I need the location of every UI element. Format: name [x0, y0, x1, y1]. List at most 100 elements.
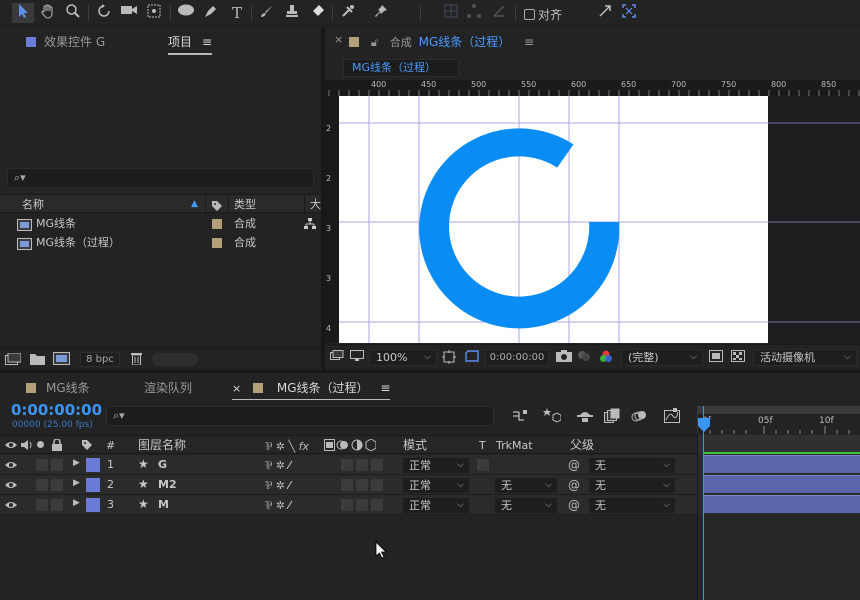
- trash-icon[interactable]: [131, 352, 142, 368]
- tab-mg-lines[interactable]: MG线条: [26, 379, 90, 396]
- switch-box[interactable]: [370, 478, 384, 492]
- comp-breadcrumb[interactable]: MG线条（过程）: [343, 59, 459, 77]
- eye-icon[interactable]: [5, 480, 17, 493]
- puppet-pin-tool-icon[interactable]: [370, 3, 392, 23]
- new-folder-icon[interactable]: [30, 353, 45, 368]
- layer-name[interactable]: G: [158, 458, 167, 471]
- new-composition-icon[interactable]: [53, 352, 70, 368]
- column-size[interactable]: 大: [310, 195, 321, 214]
- lock-switch[interactable]: [50, 458, 64, 472]
- column-type[interactable]: 类型: [234, 195, 256, 214]
- audio-icon[interactable]: [21, 439, 33, 454]
- always-preview-icon[interactable]: [330, 350, 344, 365]
- solo-icon[interactable]: [37, 441, 44, 448]
- layer-switches[interactable]: ⅌ ✲ ⁄: [265, 478, 290, 493]
- thumbnail-slider[interactable]: [152, 353, 198, 366]
- draft-3d-icon[interactable]: [543, 408, 562, 427]
- sort-ascending-icon[interactable]: ▲: [191, 195, 198, 214]
- layer-label-swatch[interactable]: [86, 458, 100, 472]
- viewer-timecode[interactable]: 0:00:00:00: [485, 349, 549, 366]
- layer-bar[interactable]: [704, 455, 860, 473]
- show-snapshot-icon[interactable]: [577, 350, 591, 365]
- expand-arrow-icon[interactable]: ▶: [73, 458, 80, 468]
- mode-dropdown[interactable]: 正常 ⌵: [402, 457, 470, 474]
- label-tag-icon[interactable]: [81, 439, 93, 454]
- tab-mg-lines-process[interactable]: × MG线条（过程） ≡: [232, 379, 391, 401]
- roto-brush-tool-icon[interactable]: [338, 3, 360, 23]
- camera-tool-icon[interactable]: [118, 3, 140, 23]
- tab-project[interactable]: 项目 ≡: [168, 33, 213, 55]
- parent-dropdown[interactable]: 无 ⌵: [588, 457, 676, 474]
- list-item[interactable]: MG线条（过程） 合成: [0, 233, 321, 252]
- fit-frame-icon[interactable]: [442, 350, 456, 367]
- trkmat-dropdown[interactable]: 无 ⌵: [494, 497, 558, 514]
- switch-box[interactable]: [355, 498, 369, 512]
- close-icon[interactable]: ×: [334, 33, 343, 46]
- snapshot-camera-icon[interactable]: [556, 350, 572, 365]
- lock-switch[interactable]: [50, 498, 64, 512]
- pick-whip-icon[interactable]: @: [568, 458, 580, 472]
- mode-dropdown[interactable]: 正常 ⌵: [402, 497, 470, 514]
- resolution-dropdown[interactable]: (完整) ⌵: [621, 349, 703, 366]
- layer-row[interactable]: ▶ 2 ★ M2 ⅌ ✲ ⁄ 正常 ⌵ 无 ⌵ @ 无 ⌵: [0, 475, 697, 495]
- column-trkmat[interactable]: TrkMat: [496, 436, 533, 455]
- lock-switch[interactable]: [50, 478, 64, 492]
- column-layer-name[interactable]: 图层名称: [138, 436, 186, 455]
- text-tool-icon[interactable]: T: [226, 3, 248, 23]
- close-icon[interactable]: ×: [232, 382, 241, 395]
- time-ruler[interactable]: 0f 05f 10f: [697, 406, 860, 434]
- graph-editor-icon[interactable]: [664, 408, 680, 427]
- shy-layers-icon[interactable]: [577, 409, 593, 426]
- lock-icon[interactable]: [52, 438, 62, 454]
- transparency-grid-icon[interactable]: [731, 350, 745, 365]
- pen-tool-icon[interactable]: [200, 3, 222, 23]
- menu-icon[interactable]: ≡: [202, 35, 212, 49]
- zoom-tool-icon[interactable]: [62, 3, 84, 23]
- switch-box[interactable]: [355, 458, 369, 472]
- lock-icon[interactable]: 🔓︎: [371, 36, 378, 49]
- track-area[interactable]: [697, 435, 860, 600]
- column-mode[interactable]: 模式: [403, 436, 427, 455]
- layer-bar[interactable]: [704, 475, 860, 493]
- pick-whip-icon[interactable]: @: [568, 478, 580, 492]
- eye-icon[interactable]: [5, 460, 17, 473]
- timeline-search-input[interactable]: ⌕▾: [106, 406, 494, 426]
- comp-mini-flowchart-icon[interactable]: [512, 409, 528, 426]
- layer-label-swatch[interactable]: [86, 478, 100, 492]
- fast-preview-icon[interactable]: [709, 350, 723, 365]
- tab-render-queue[interactable]: 渲染队列: [144, 379, 192, 396]
- expand-arrows-icon[interactable]: [594, 3, 616, 23]
- eye-icon[interactable]: [5, 500, 17, 513]
- pick-whip-icon[interactable]: @: [568, 498, 580, 512]
- brush-tool-icon[interactable]: [256, 3, 278, 23]
- selection-tool-icon[interactable]: [12, 3, 34, 23]
- work-area-bar[interactable]: [698, 406, 860, 414]
- layer-name[interactable]: M2: [158, 478, 177, 491]
- axis-icon[interactable]: [488, 3, 510, 23]
- tab-effects-controls[interactable]: 效果控件 G: [26, 33, 105, 50]
- layer-bar[interactable]: [704, 495, 860, 513]
- switch-box[interactable]: [355, 478, 369, 492]
- pan-behind-tool-icon[interactable]: [143, 3, 165, 23]
- switch-box[interactable]: [370, 458, 384, 472]
- label-color-swatch[interactable]: [212, 238, 222, 248]
- layer-label-swatch[interactable]: [86, 498, 100, 512]
- mode-dropdown[interactable]: 正常 ⌵: [402, 477, 470, 494]
- comp-viewer[interactable]: [339, 96, 860, 343]
- expand-arrow-icon[interactable]: ▶: [73, 478, 80, 488]
- bpc-button[interactable]: 8 bpc: [80, 352, 120, 367]
- menu-icon[interactable]: ≡: [524, 35, 534, 49]
- motion-blur-icon[interactable]: [631, 408, 647, 427]
- frame-blend-switch-icon[interactable]: [324, 438, 377, 454]
- camera-dropdown[interactable]: 活动摄像机 ⌵: [753, 349, 857, 366]
- column-parent[interactable]: 父级: [570, 436, 594, 455]
- eraser-tool-icon[interactable]: [307, 3, 329, 23]
- switch-box[interactable]: [370, 498, 384, 512]
- layer-name[interactable]: M: [158, 498, 169, 511]
- column-name[interactable]: 名称: [22, 195, 44, 214]
- solo-switch[interactable]: [35, 458, 49, 472]
- zoom-dropdown[interactable]: 100% ⌵: [369, 349, 437, 366]
- layer-switches[interactable]: ⅌ ✲ ⁄: [265, 498, 290, 513]
- align-checkbox[interactable]: 对齐: [524, 6, 562, 23]
- playhead-handle[interactable]: [698, 418, 710, 435]
